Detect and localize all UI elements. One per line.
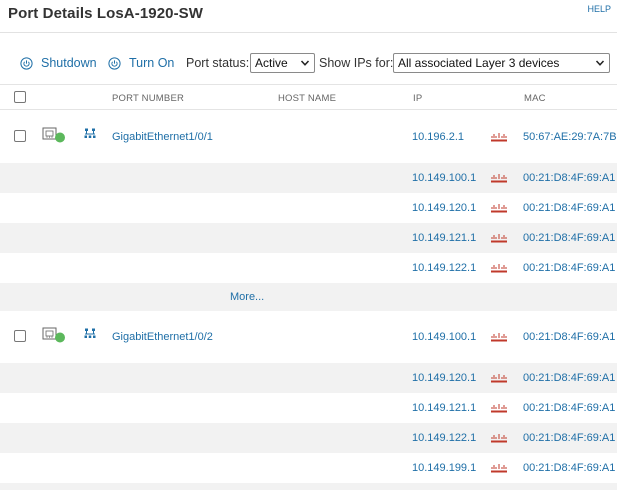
network-topology-icon[interactable] xyxy=(84,328,96,339)
ip-value[interactable]: 10.149.122.1 xyxy=(412,262,476,274)
more-row: More... xyxy=(0,283,617,311)
title-bar: Port Details LosA-1920-SW HELP xyxy=(0,0,617,32)
page-title: Port Details LosA-1920-SW xyxy=(8,5,204,22)
table-row: 10.149.121.1 00:21:D8:4F:69:A1 xyxy=(0,223,617,253)
column-host-name[interactable]: HOST NAME xyxy=(278,93,336,104)
mac-value[interactable]: 00:21:D8:4F:69:A1 xyxy=(523,462,615,474)
cisco-logo-icon xyxy=(491,234,507,243)
mac-value[interactable]: 00:21:D8:4F:69:A1 xyxy=(523,331,615,343)
cisco-logo-icon xyxy=(491,374,507,383)
table-row: 10.149.120.1 00:21:D8:4F:69:A1 xyxy=(0,193,617,223)
table-row: 10.149.199.1 00:21:D8:4F:69:A1 xyxy=(0,453,617,483)
show-ips-value: All associated Layer 3 devices xyxy=(398,56,560,70)
port-status-value: Active xyxy=(255,56,288,70)
ethernet-port-icon xyxy=(42,127,65,143)
turn-on-button[interactable]: Turn On xyxy=(108,54,174,72)
mac-value[interactable]: 50:67:AE:29:7A:7B xyxy=(523,131,617,143)
mac-value[interactable]: 00:21:D8:4F:69:A1 xyxy=(523,232,615,244)
network-topology-icon[interactable] xyxy=(84,128,96,139)
table-row xyxy=(0,483,617,490)
cisco-logo-icon xyxy=(491,174,507,183)
ethernet-port-icon xyxy=(42,327,65,343)
title-divider xyxy=(0,32,617,33)
shutdown-button[interactable]: Shutdown xyxy=(20,54,97,72)
power-icon xyxy=(108,56,121,70)
port-status-label: Port status: xyxy=(186,56,250,70)
cisco-logo-icon xyxy=(491,434,507,443)
cisco-logo-icon xyxy=(491,333,507,342)
column-mac[interactable]: MAC xyxy=(524,93,546,104)
turn-on-label: Turn On xyxy=(129,56,175,70)
mac-value[interactable]: 00:21:D8:4F:69:A1 xyxy=(523,432,615,444)
mac-value[interactable]: 00:21:D8:4F:69:A1 xyxy=(523,202,615,214)
column-ip[interactable]: IP xyxy=(413,93,422,104)
cisco-logo-icon xyxy=(491,133,507,142)
power-icon xyxy=(20,56,33,70)
ip-value[interactable]: 10.149.120.1 xyxy=(412,202,476,214)
more-link[interactable]: More... xyxy=(230,291,264,303)
show-ips-label: Show IPs for: xyxy=(319,56,394,70)
port-name-link[interactable]: GigabitEthernet1/0/1 xyxy=(112,131,213,143)
row-checkbox[interactable] xyxy=(14,330,26,342)
table-row: 10.149.100.1 00:21:D8:4F:69:A1 xyxy=(0,163,617,193)
chevron-down-icon xyxy=(595,60,605,66)
chevron-down-icon xyxy=(300,60,310,66)
table-header: PORT NUMBER HOST NAME IP MAC xyxy=(0,84,617,110)
port-status-select[interactable]: Active xyxy=(250,53,315,73)
table-row: GigabitEthernet1/0/1 10.196.2.1 50:67:AE… xyxy=(0,110,617,163)
ip-value[interactable]: 10.149.122.1 xyxy=(412,432,476,444)
port-name-link[interactable]: GigabitEthernet1/0/2 xyxy=(112,331,213,343)
ip-value[interactable]: 10.149.121.1 xyxy=(412,402,476,414)
ip-value[interactable]: 10.149.100.1 xyxy=(412,172,476,184)
cisco-logo-icon xyxy=(491,264,507,273)
cisco-logo-icon xyxy=(491,464,507,473)
cisco-logo-icon xyxy=(491,404,507,413)
help-link[interactable]: HELP xyxy=(587,4,611,14)
ip-value[interactable]: 10.196.2.1 xyxy=(412,131,464,143)
table-row: 10.149.120.1 00:21:D8:4F:69:A1 xyxy=(0,363,617,393)
mac-value[interactable]: 00:21:D8:4F:69:A1 xyxy=(523,372,615,384)
ip-value[interactable]: 10.149.100.1 xyxy=(412,331,476,343)
cisco-logo-icon xyxy=(491,204,507,213)
table-row: 10.149.122.1 00:21:D8:4F:69:A1 xyxy=(0,253,617,283)
select-all-checkbox[interactable] xyxy=(14,91,26,103)
ip-value[interactable]: 10.149.120.1 xyxy=(412,372,476,384)
shutdown-label: Shutdown xyxy=(41,56,97,70)
show-ips-select[interactable]: All associated Layer 3 devices xyxy=(393,53,610,73)
ip-value[interactable]: 10.149.199.1 xyxy=(412,462,476,474)
row-checkbox[interactable] xyxy=(14,130,26,142)
toolbar: Shutdown Turn On Port status: Active Sho… xyxy=(0,50,617,76)
column-port-number[interactable]: PORT NUMBER xyxy=(112,93,184,104)
mac-value[interactable]: 00:21:D8:4F:69:A1 xyxy=(523,262,615,274)
ip-value[interactable]: 10.149.121.1 xyxy=(412,232,476,244)
table-row: 10.149.122.1 00:21:D8:4F:69:A1 xyxy=(0,423,617,453)
table-row: GigabitEthernet1/0/2 10.149.100.1 00:21:… xyxy=(0,311,617,363)
mac-value[interactable]: 00:21:D8:4F:69:A1 xyxy=(523,402,615,414)
table-row: 10.149.121.1 00:21:D8:4F:69:A1 xyxy=(0,393,617,423)
mac-value[interactable]: 00:21:D8:4F:69:A1 xyxy=(523,172,615,184)
